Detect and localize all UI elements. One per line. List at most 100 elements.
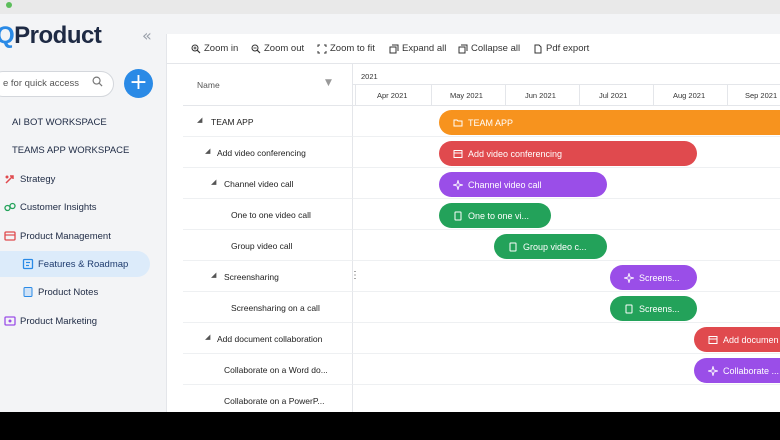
row-label: Collaborate on a PowerP...: [224, 396, 325, 406]
gantt-bar[interactable]: Add documen: [694, 327, 780, 352]
feature-icon: [453, 149, 463, 158]
sidebar-item-label: Product Management: [20, 230, 111, 242]
bar-label: One to one vi...: [468, 210, 530, 221]
gantt-bar[interactable]: Group video c...: [494, 234, 607, 259]
row-label: One to one video call: [231, 210, 311, 220]
gantt-bar[interactable]: One to one vi...: [439, 203, 551, 228]
bar-label: Add video conferencing: [468, 148, 563, 159]
window-top-bar: [0, 0, 780, 14]
gantt-panel: Zoom in Zoom out Zoom to fit Expand all …: [166, 34, 780, 412]
expand-icon: [389, 44, 399, 53]
gantt-bar[interactable]: Add video conferencing: [439, 141, 697, 166]
sidebar-item-teams-app-workspace[interactable]: TEAMS APP WORKSPACE: [0, 139, 129, 161]
sidebar-item-label: AI BOT WORKSPACE: [12, 116, 107, 128]
plus-icon: +: [129, 70, 148, 95]
feature-icon: [708, 335, 718, 344]
search-input[interactable]: [3, 78, 87, 89]
gantt-bar[interactable]: Channel video call: [439, 172, 607, 197]
pdf-export-button[interactable]: Pdf export: [533, 43, 589, 54]
folder-icon: [453, 119, 463, 126]
sidebar-item-label: Customer Insights: [20, 201, 97, 213]
expand-all-button[interactable]: Expand all: [389, 43, 446, 54]
gantt-bar[interactable]: Collaborate ...: [694, 358, 780, 383]
zoom-in-button[interactable]: Zoom in: [191, 43, 238, 54]
bottom-bar: [0, 412, 780, 440]
row-label: Screensharing on a call: [231, 303, 320, 313]
pdf-icon: [534, 44, 542, 53]
expand-icon[interactable]: ◢: [211, 178, 216, 186]
month-label: Aug 2021: [673, 91, 706, 100]
expand-icon[interactable]: ◢: [205, 147, 210, 155]
grid-row[interactable]: ◢ Add document collaboration: [183, 323, 353, 354]
sidebar-item-label: Strategy: [20, 173, 56, 185]
expand-icon[interactable]: ◢: [211, 271, 216, 279]
epic-icon: [708, 365, 718, 376]
gantt-toolbar: Zoom in Zoom out Zoom to fit Expand all …: [167, 34, 780, 64]
gantt-bar[interactable]: TEAM APP: [439, 110, 780, 135]
sidebar-item-label: Features & Roadmap: [38, 258, 129, 270]
sidebar-item-features-roadmap[interactable]: Features & Roadmap: [0, 251, 150, 277]
bar-label: Group video c...: [523, 241, 587, 252]
name-column-header[interactable]: Name: [197, 80, 220, 90]
bar-label: Screens...: [639, 303, 680, 314]
collapse-sidebar-icon[interactable]: «: [142, 26, 152, 45]
story-icon: [625, 304, 633, 313]
bar-label: TEAM APP: [468, 117, 514, 128]
month-label: Sep 2021: [745, 91, 778, 100]
collapse-all-button[interactable]: Collapse all: [458, 43, 520, 54]
row-label: Group video call: [231, 241, 293, 251]
epic-icon: [624, 272, 634, 283]
product-management-icon: [4, 231, 16, 241]
sidebar-item-strategy[interactable]: Strategy: [4, 168, 55, 190]
grid-row[interactable]: ◢ TEAM APP: [183, 106, 353, 137]
sidebar: QProduct « + AI BOT WORKSPACE TEAMS APP …: [0, 14, 165, 412]
story-icon: [509, 242, 517, 251]
grid-row[interactable]: Collaborate on a Word do...: [183, 354, 353, 385]
fit-icon: [317, 44, 327, 53]
window-control-dot[interactable]: [6, 2, 12, 8]
sort-icon[interactable]: ▼: [325, 78, 332, 88]
bar-label: Screens...: [639, 272, 680, 283]
grid-row[interactable]: ◢ Screensharing: [183, 261, 353, 292]
month-label: Jul 2021: [599, 91, 628, 100]
insights-icon: [4, 202, 16, 212]
grid-row[interactable]: Screensharing on a call: [183, 292, 353, 323]
search-icon[interactable]: [92, 76, 103, 87]
sidebar-item-customer-insights[interactable]: Customer Insights: [4, 196, 97, 218]
row-label: Add document collaboration: [217, 334, 323, 344]
add-button[interactable]: +: [124, 69, 153, 98]
timeline-year: 2021: [361, 72, 378, 81]
sidebar-item-label: Product Marketing: [20, 315, 98, 327]
row-label: Channel video call: [224, 179, 294, 189]
grid-row[interactable]: Collaborate on a PowerP...: [183, 385, 353, 412]
expand-icon[interactable]: ◢: [205, 333, 210, 341]
grid-row[interactable]: ◢ Add video conferencing: [183, 137, 353, 168]
timeline-header: 2021 Apr 2021 May 2021 Jun 2021 Jul 2021…: [353, 64, 780, 106]
month-label: May 2021: [450, 91, 483, 100]
story-icon: [454, 211, 462, 220]
grid-header: Name ▼: [183, 64, 353, 106]
sidebar-item-ai-bot-workspace[interactable]: AI BOT WORKSPACE: [0, 111, 107, 133]
grid-row[interactable]: Group video call: [183, 230, 353, 261]
row-label: Collaborate on a Word do...: [224, 365, 328, 375]
quick-access-search[interactable]: [0, 71, 114, 97]
bar-label: Add documen: [723, 334, 779, 345]
expand-icon[interactable]: ◢: [197, 116, 202, 124]
notes-icon: [23, 287, 33, 297]
collapse-all-label: Collapse all: [471, 43, 521, 54]
sidebar-item-product-marketing[interactable]: Product Marketing: [4, 310, 97, 332]
zoom-out-icon: [251, 44, 261, 53]
zoom-out-button[interactable]: Zoom out: [251, 43, 304, 54]
bar-label: Channel video call: [468, 179, 542, 190]
grid-row[interactable]: ◢ Channel video call: [183, 168, 353, 199]
zoom-to-fit-button[interactable]: Zoom to fit: [317, 43, 375, 54]
gantt-bar[interactable]: Screens...: [610, 265, 697, 290]
grid-row[interactable]: One to one video call: [183, 199, 353, 230]
gantt-bar[interactable]: Screens...: [610, 296, 697, 321]
strategy-icon: [5, 175, 14, 184]
app-logo: QProduct: [0, 22, 102, 49]
sidebar-item-product-notes[interactable]: Product Notes: [22, 281, 98, 303]
sidebar-item-product-management[interactable]: Product Management: [4, 225, 111, 247]
app-window: QProduct « + AI BOT WORKSPACE TEAMS APP …: [0, 14, 780, 412]
expand-all-label: Expand all: [402, 43, 447, 54]
